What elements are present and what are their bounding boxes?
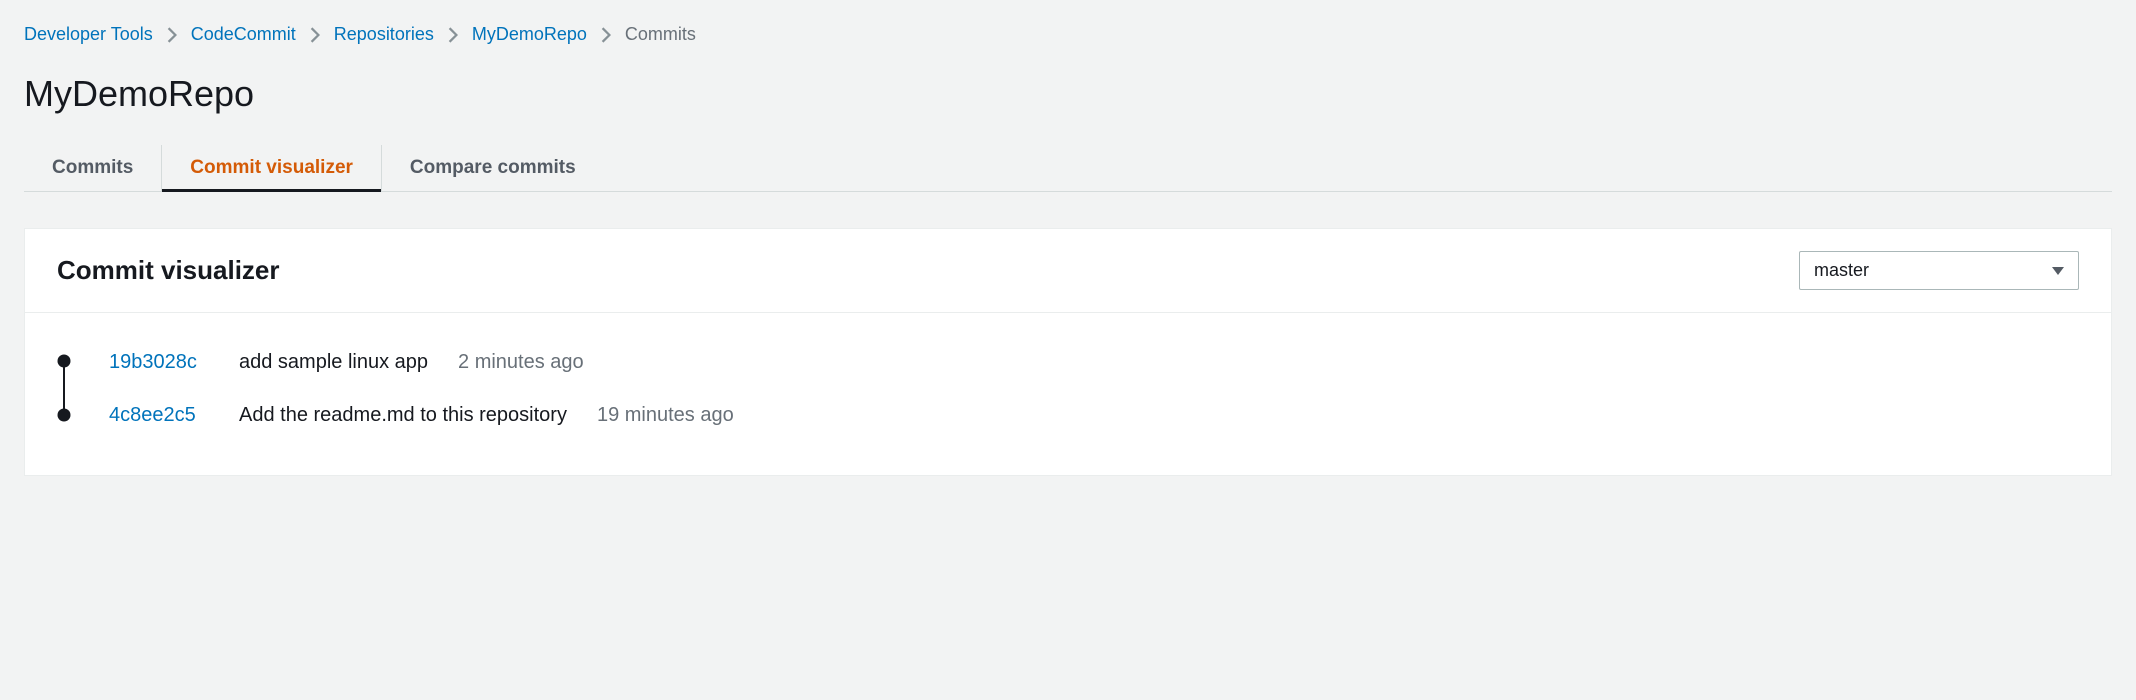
commit-time: 19 minutes ago — [597, 404, 734, 427]
panel-title: Commit visualizer — [57, 255, 280, 286]
page-title: MyDemoRepo — [24, 73, 2112, 115]
graph-node-icon — [58, 409, 71, 422]
chevron-right-icon — [448, 27, 458, 43]
commit-hash-link[interactable]: 4c8ee2c5 — [109, 404, 209, 427]
breadcrumb-commits: Commits — [625, 24, 696, 45]
commit-visualizer-panel: Commit visualizer master 19b3028c ad — [24, 228, 2112, 476]
tab-commits[interactable]: Commits — [24, 145, 162, 191]
graph-line — [57, 351, 71, 427]
breadcrumb-mydemorepo[interactable]: MyDemoRepo — [472, 24, 587, 45]
dropdown-icon — [2052, 266, 2064, 276]
commit-row: 19b3028c add sample linux app 2 minutes … — [109, 351, 734, 374]
commit-graph: 19b3028c add sample linux app 2 minutes … — [57, 351, 2079, 427]
breadcrumb-developer-tools[interactable]: Developer Tools — [24, 24, 153, 45]
breadcrumb: Developer Tools CodeCommit Repositories … — [24, 24, 2112, 45]
tab-compare-commits[interactable]: Compare commits — [382, 145, 604, 191]
chevron-right-icon — [167, 27, 177, 43]
commit-hash-link[interactable]: 19b3028c — [109, 351, 209, 374]
panel-header: Commit visualizer master — [25, 229, 2111, 313]
commit-time: 2 minutes ago — [458, 351, 584, 374]
chevron-right-icon — [601, 27, 611, 43]
tabs: Commits Commit visualizer Compare commit… — [24, 145, 2112, 192]
branch-select[interactable]: master — [1799, 251, 2079, 290]
chevron-right-icon — [310, 27, 320, 43]
commit-row: 4c8ee2c5 Add the readme.md to this repos… — [109, 404, 734, 427]
tab-commit-visualizer[interactable]: Commit visualizer — [162, 145, 382, 191]
breadcrumb-repositories[interactable]: Repositories — [334, 24, 434, 45]
graph-node-icon — [58, 355, 71, 368]
breadcrumb-codecommit[interactable]: CodeCommit — [191, 24, 296, 45]
branch-select-value: master — [1814, 260, 1869, 281]
commit-message: Add the readme.md to this repository — [239, 404, 567, 427]
commit-message: add sample linux app — [239, 351, 428, 374]
panel-body: 19b3028c add sample linux app 2 minutes … — [25, 313, 2111, 475]
